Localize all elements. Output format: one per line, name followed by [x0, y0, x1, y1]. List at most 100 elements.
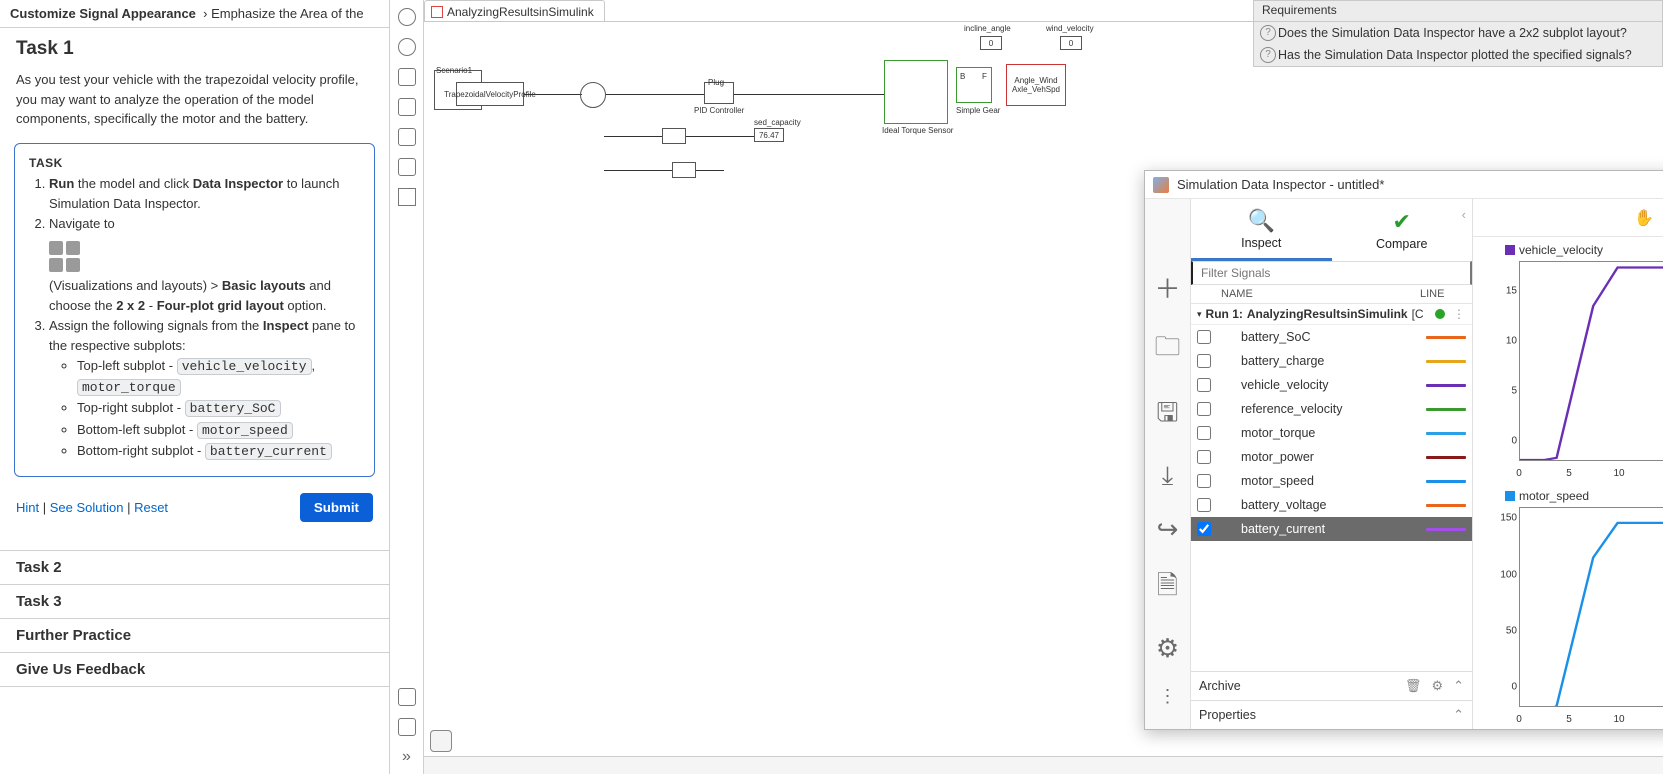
- signal-row-motor_torque[interactable]: motor_torque: [1191, 421, 1472, 445]
- signal-row-vehicle_velocity[interactable]: vehicle_velocity: [1191, 373, 1472, 397]
- signal-line-swatch: [1426, 384, 1466, 387]
- report-icon[interactable]: 🗎: [1157, 567, 1178, 611]
- image-icon[interactable]: [398, 158, 416, 176]
- export-icon[interactable]: ↪: [1157, 514, 1179, 545]
- matlab-icon: [1153, 177, 1169, 193]
- swap-icon[interactable]: [398, 98, 416, 116]
- expand-icon[interactable]: [398, 8, 416, 26]
- signal-name: vehicle_velocity: [1219, 378, 1418, 392]
- annotation-icon[interactable]: [398, 128, 416, 146]
- archive-collapse-icon[interactable]: ⌃: [1453, 678, 1464, 694]
- signal-checkbox[interactable]: [1197, 402, 1211, 416]
- torque-sensor-block[interactable]: [884, 60, 948, 124]
- signal-row-motor_speed[interactable]: motor_speed: [1191, 469, 1472, 493]
- signal-name: reference_velocity: [1219, 402, 1418, 416]
- collapse-icon[interactable]: »: [402, 748, 411, 766]
- task-box: TASK Run the model and click Data Inspec…: [14, 143, 375, 477]
- sed-const[interactable]: 76.47: [754, 128, 784, 142]
- subplot-motor_speed[interactable]: motor_speed Time Plot ••• 05010015005101…: [1473, 483, 1663, 729]
- signal-checkbox[interactable]: [1197, 474, 1211, 488]
- zoom-icon[interactable]: [398, 38, 416, 56]
- run-menu-icon[interactable]: ⋮: [1453, 307, 1466, 321]
- plot-axes[interactable]: [1519, 261, 1663, 461]
- collapse-panel-icon[interactable]: ‹: [1462, 207, 1466, 222]
- archive-settings-icon[interactable]: ⚙: [1431, 678, 1443, 694]
- properties-collapse-icon[interactable]: ⌃: [1453, 707, 1464, 723]
- trash-icon[interactable]: 🗑: [1405, 678, 1422, 694]
- model-icon: [431, 6, 443, 18]
- signal-checkbox[interactable]: [1197, 426, 1211, 440]
- compare-tab[interactable]: ✔ Compare: [1332, 199, 1473, 261]
- signal-checkbox[interactable]: [1197, 450, 1211, 464]
- task-step-1: Run the model and click Data Inspector t…: [49, 174, 360, 214]
- expand-run-icon[interactable]: ▾: [1197, 309, 1202, 320]
- wind-const[interactable]: 0: [1060, 36, 1082, 50]
- import-icon[interactable]: ⤓: [1162, 460, 1174, 492]
- signal-checkbox[interactable]: [1197, 354, 1211, 368]
- horizontal-scrollbar[interactable]: [424, 756, 1663, 774]
- signal-line-swatch: [1426, 504, 1466, 507]
- plot-axes[interactable]: [1519, 507, 1663, 707]
- anglewind-block[interactable]: Angle_Wind Axle_VehSpd: [1006, 64, 1066, 106]
- archive-row[interactable]: Archive 🗑⚙⌃: [1191, 671, 1472, 700]
- properties-row[interactable]: Properties ⌃: [1191, 700, 1472, 729]
- fit-icon[interactable]: [398, 68, 416, 86]
- sdi-titlebar[interactable]: Simulation Data Inspector - untitled* — …: [1145, 171, 1663, 199]
- signal-row-battery_charge[interactable]: battery_charge: [1191, 349, 1472, 373]
- hand-icon[interactable]: ✋: [1634, 208, 1654, 228]
- add-icon[interactable]: ＋: [1154, 269, 1180, 306]
- search-icon: 🔍: [1248, 208, 1275, 234]
- signal-row-reference_velocity[interactable]: reference_velocity: [1191, 397, 1472, 421]
- run-row[interactable]: ▾ Run 1: AnalyzingResultsinSimulink[C ⋮: [1191, 304, 1472, 325]
- run-status-dot: [1435, 309, 1445, 319]
- sum-block[interactable]: [580, 82, 606, 108]
- plot-legend: motor_speed: [1479, 489, 1663, 503]
- accordion-task-3[interactable]: Task 3: [0, 584, 389, 618]
- gain-block-2[interactable]: [672, 162, 696, 178]
- task-intro: As you test your vehicle with the trapez…: [0, 62, 389, 143]
- signal-checkbox[interactable]: [1197, 498, 1211, 512]
- trapezoid-block[interactable]: TrapezoidalVelocityProfile: [456, 82, 524, 106]
- requirements-header: Requirements: [1254, 1, 1662, 22]
- signal-checkbox[interactable]: [1197, 378, 1211, 392]
- filter-input[interactable]: [1191, 261, 1472, 285]
- requirements-panel: Requirements Does the Simulation Data In…: [1253, 0, 1663, 67]
- plot-toolbar: ✋ ▷ ▦ ◆ ∿▾ 🔍▾ ⛶▾ ↖ ⤢ ⛶ 📷 ⚙: [1473, 199, 1663, 237]
- sdi-window: Simulation Data Inspector - untitled* — …: [1144, 170, 1663, 730]
- submit-button[interactable]: Submit: [300, 493, 373, 522]
- gain-block-1[interactable]: [662, 128, 686, 144]
- accordion-feedback[interactable]: Give Us Feedback: [0, 652, 389, 687]
- record-icon[interactable]: [398, 718, 416, 736]
- reset-link[interactable]: Reset: [134, 500, 168, 515]
- see-solution-link[interactable]: See Solution: [50, 500, 124, 515]
- signal-checkbox[interactable]: [1197, 330, 1211, 344]
- model-tab-label: AnalyzingResultsinSimulink: [447, 5, 594, 19]
- box-icon[interactable]: [398, 188, 416, 206]
- signal-row-battery_SoC[interactable]: battery_SoC: [1191, 325, 1472, 349]
- save-icon[interactable]: 🖫: [1156, 394, 1178, 438]
- inspect-tab[interactable]: 🔍 Inspect: [1191, 199, 1332, 261]
- model-tab[interactable]: AnalyzingResultsinSimulink: [424, 0, 605, 21]
- signal-name: battery_SoC: [1219, 330, 1418, 344]
- datastore-icon[interactable]: [430, 730, 452, 752]
- signal-name: motor_torque: [1219, 426, 1418, 440]
- sdi-side-toolbar: ＋ 🗀 🖫 ⤓ ↪ 🗎 ⚙ ⋮: [1145, 199, 1191, 729]
- signal-line-swatch: [1426, 360, 1466, 363]
- folder-icon[interactable]: 🗀: [1154, 328, 1180, 372]
- signal-checkbox[interactable]: [1197, 522, 1211, 536]
- accordion-further-practice[interactable]: Further Practice: [0, 618, 389, 652]
- sdi-title-text: Simulation Data Inspector - untitled*: [1177, 177, 1384, 192]
- check-icon: ✔: [1393, 209, 1411, 235]
- camera-icon[interactable]: [398, 688, 416, 706]
- subplot-vehicle_velocity[interactable]: vehicle_velocity 05101505101520: [1473, 237, 1663, 483]
- hint-link[interactable]: Hint: [16, 500, 39, 515]
- signal-row-motor_power[interactable]: motor_power: [1191, 445, 1472, 469]
- more-icon[interactable]: ⋮: [1159, 686, 1177, 707]
- signal-row-battery_voltage[interactable]: battery_voltage: [1191, 493, 1472, 517]
- accordion-task-2[interactable]: Task 2: [0, 550, 389, 584]
- settings-icon[interactable]: ⚙: [1156, 633, 1179, 664]
- plot-legend: vehicle_velocity: [1479, 243, 1663, 257]
- incline-const[interactable]: 0: [980, 36, 1002, 50]
- signal-row-battery_current[interactable]: battery_current: [1191, 517, 1472, 541]
- breadcrumb-root[interactable]: Customize Signal Appearance: [10, 6, 196, 21]
